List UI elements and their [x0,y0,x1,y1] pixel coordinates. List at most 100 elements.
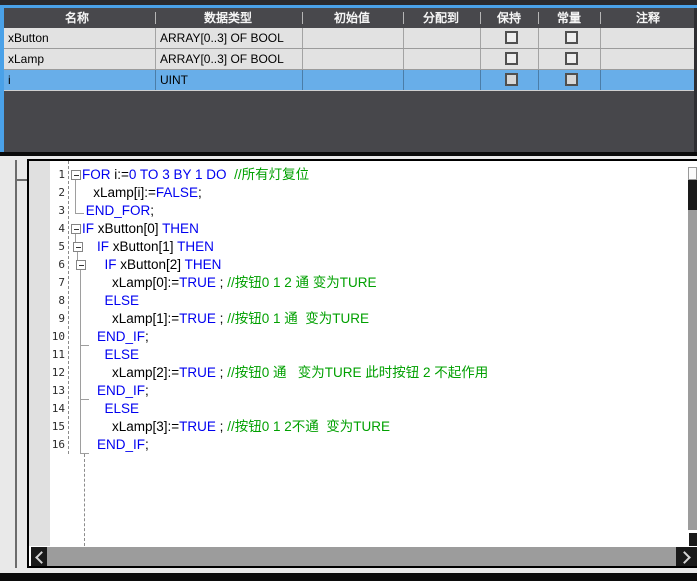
panel-border-left [0,5,4,152]
fold-guide [80,345,89,346]
code-line-11[interactable]: ELSE [82,346,139,364]
line-number-13: 13 [29,382,65,400]
constant-checkbox[interactable] [565,31,578,44]
row-gridline [155,70,156,90]
row-gridline [302,49,303,69]
fold-guide [75,180,76,214]
header-separator [538,12,539,24]
fold-marker[interactable] [71,224,81,234]
column-header-2[interactable]: 数据类型 [204,8,252,28]
retain-checkbox[interactable] [505,52,518,65]
code-line-12[interactable]: xLamp[2]:=TRUE ; //按钮0 通 变为TURE 此时按钮 2 不… [82,364,488,382]
line-number-4: 4 [29,220,65,238]
line-number-3: 3 [29,202,65,220]
row-gridline [600,49,601,69]
code-line-1[interactable]: FOR i:=0 TO 3 BY 1 DO //所有灯复位 [82,166,309,184]
code-line-13[interactable]: END_IF; [82,382,149,400]
line-number-5: 5 [29,238,65,256]
row-gridline [155,49,156,69]
header-separator [480,12,481,24]
line-number-9: 9 [29,310,65,328]
chevron-left-icon [35,551,48,564]
constant-checkbox[interactable] [565,73,578,86]
retain-checkbox[interactable] [505,73,518,86]
variable-type[interactable]: UINT [160,70,188,90]
fold-guide [77,252,78,260]
row-gridline [155,28,156,48]
row-gridline [403,70,404,90]
fold-marker[interactable] [76,260,86,270]
fold-guide [80,453,89,454]
variable-type[interactable]: ARRAY[0..3] OF BOOL [160,28,284,48]
horizontal-scrollbar-thumb[interactable] [47,547,676,566]
line-number-14: 14 [29,400,65,418]
row-gridline [600,28,601,48]
fold-guide [75,234,76,242]
line-number-16: 16 [29,436,65,454]
row-gridline [538,49,539,69]
vertical-scrollbar-thumb[interactable] [688,180,697,210]
row-gridline [538,70,539,90]
scroll-right-button[interactable] [676,547,697,566]
row-gridline [538,28,539,48]
fold-guide [75,213,84,214]
row-gridline [302,70,303,90]
row-gridline [403,49,404,69]
margin-branch [17,179,27,181]
table-header-row: 名称 数据类型 初始值 分配到 保持 常量 注释 [4,8,694,28]
column-header-7[interactable]: 注释 [636,8,660,28]
column-header-5[interactable]: 保持 [497,8,521,28]
row-gridline [480,70,481,90]
header-separator [600,12,601,24]
row-gridline [302,28,303,48]
editor-border-top [27,159,697,161]
gutter-separator-lower [84,454,86,546]
variable-type[interactable]: ARRAY[0..3] OF BOOL [160,49,284,69]
code-line-9[interactable]: xLamp[1]:=TRUE ; //按钮0 1 通 变为TURE [82,310,369,328]
row-gridline [480,28,481,48]
variable-row-xLamp[interactable]: xLamp ARRAY[0..3] OF BOOL [4,49,694,70]
vertical-scrollbar-track[interactable] [688,210,697,530]
fold-marker[interactable] [71,170,81,180]
editor-border-bottom [27,566,697,568]
code-line-5[interactable]: IF xButton[1] THEN [82,238,214,256]
scroll-left-button[interactable] [31,547,47,566]
row-gridline [480,49,481,69]
line-number-12: 12 [29,364,65,382]
column-header-3[interactable]: 初始值 [334,8,370,28]
header-separator [155,12,156,24]
code-line-16[interactable]: END_IF; [82,436,149,454]
vertical-scrollbar-button[interactable] [689,533,697,546]
code-line-4[interactable]: IF xButton[0] THEN [82,220,199,238]
column-header-6[interactable]: 常量 [557,8,581,28]
code-line-2[interactable]: xLamp[i]:=FALSE; [82,184,202,202]
header-separator [403,12,404,24]
code-line-14[interactable]: ELSE [82,400,139,418]
editor-split-handle[interactable] [688,167,697,180]
variable-name[interactable]: xLamp [8,49,44,69]
code-line-8[interactable]: ELSE [82,292,139,310]
code-line-15[interactable]: xLamp[3]:=TRUE ; //按钮0 1 2不通 变为TURE [82,418,390,436]
code-line-7[interactable]: xLamp[0]:=TRUE ; //按钮0 1 2 通 变为TURE [82,274,376,292]
line-number-6: 6 [29,256,65,274]
column-header-4[interactable]: 分配到 [423,8,459,28]
retain-checkbox[interactable] [505,31,518,44]
code-line-3[interactable]: END_FOR; [82,202,154,220]
constant-checkbox[interactable] [565,52,578,65]
variable-name[interactable]: xButton [8,28,49,48]
column-header-1[interactable]: 名称 [65,8,89,28]
variable-name[interactable]: i [8,70,11,90]
line-number-8: 8 [29,292,65,310]
code-line-10[interactable]: END_IF; [82,328,149,346]
code-line-6[interactable]: IF xButton[2] THEN [82,256,221,274]
line-number-11: 11 [29,346,65,364]
row-gridline [600,70,601,90]
line-number-10: 10 [29,328,65,346]
declaration-table-panel: 名称 数据类型 初始值 分配到 保持 常量 注释 xButton ARRAY[0..3] OF… [0,5,697,152]
margin-line [15,160,17,568]
gutter-separator [68,161,70,454]
line-number-7: 7 [29,274,65,292]
variable-row-xButton[interactable]: xButton ARRAY[0..3] OF BOOL [4,28,694,49]
variable-row-i[interactable]: i UINT [4,70,694,91]
fold-marker[interactable] [73,242,83,252]
